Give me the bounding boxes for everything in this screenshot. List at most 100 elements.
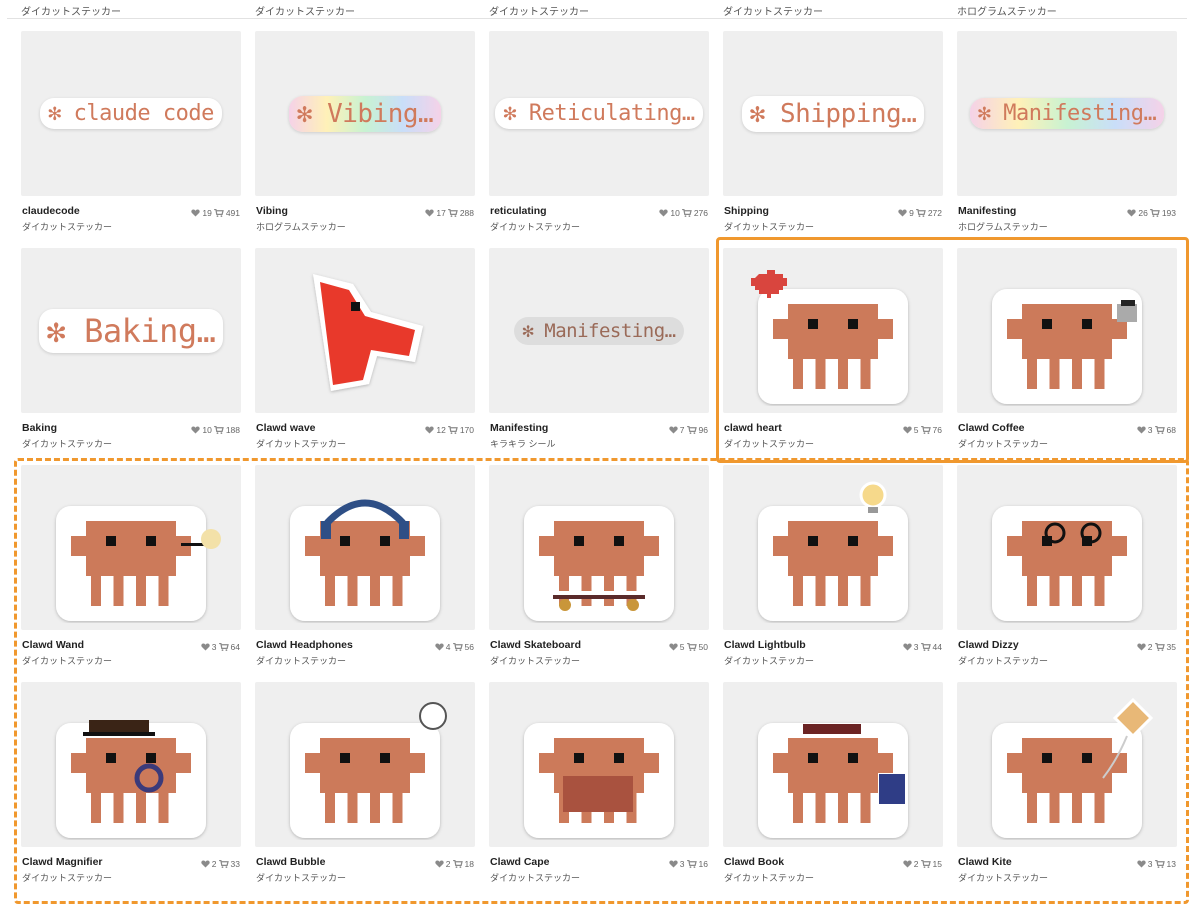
product-thumbnail[interactable] [723,248,943,413]
product-card[interactable]: Clawd Magnifier ダイカットステッカー 2 33 [21,682,241,890]
product-card[interactable]: Clawd Wand ダイカットステッカー 3 64 [21,465,241,673]
product-name[interactable]: Clawd Kite [958,856,1012,868]
product-thumbnail[interactable] [723,465,943,630]
product-card[interactable]: ✻ Reticulating… reticulating ダイカットステッカー … [489,31,709,239]
heart-icon[interactable] [191,426,201,434]
product-card[interactable]: Clawd Dizzy ダイカットステッカー 2 35 [957,465,1177,673]
product-thumbnail[interactable] [21,682,241,847]
cart-icon[interactable] [686,426,697,434]
product-card[interactable]: ✻ claude code claudecode ダイカットステッカー 19 4… [21,31,241,239]
product-thumbnail[interactable] [255,682,475,847]
heart-icon[interactable] [898,209,907,217]
product-thumbnail[interactable] [957,682,1177,847]
heart-icon[interactable] [435,643,444,651]
product-card[interactable]: ✻ Manifesting… Manifesting キラキラ シール 7 96 [489,248,709,456]
product-thumbnail[interactable]: ✻ Reticulating… [489,31,709,196]
heart-icon[interactable] [1137,643,1146,651]
product-thumbnail[interactable]: ✻ Manifesting… [489,248,709,413]
cart-icon[interactable] [915,209,926,217]
product-name[interactable]: Baking [22,422,57,434]
cart-icon[interactable] [452,643,463,651]
cart-icon[interactable] [1154,426,1165,434]
cart-icon[interactable] [218,643,229,651]
product-thumbnail[interactable] [723,682,943,847]
product-thumbnail[interactable]: ✻ claude code [21,31,241,196]
product-thumbnail[interactable] [957,465,1177,630]
heart-icon[interactable] [903,860,912,868]
product-thumbnail[interactable] [957,248,1177,413]
heart-icon[interactable] [669,643,678,651]
product-thumbnail[interactable]: ✻ Shipping… [723,31,943,196]
product-card[interactable]: ✻ Shipping… Shipping ダイカットステッカー 9 272 [723,31,943,239]
cart-icon[interactable] [686,860,697,868]
product-card[interactable]: Clawd Headphones ダイカットステッカー 4 56 [255,465,475,673]
product-name[interactable]: Vibing [256,205,288,217]
product-card[interactable]: Clawd Skateboard ダイカットステッカー 5 50 [489,465,709,673]
cart-icon[interactable] [447,426,458,434]
product-name[interactable]: Clawd Coffee [958,422,1025,434]
product-name[interactable]: Clawd wave [256,422,316,434]
cart-icon[interactable] [681,209,692,217]
cart-icon[interactable] [1149,209,1160,217]
heart-icon[interactable] [201,643,210,651]
product-card[interactable]: ✻ Baking… Baking ダイカットステッカー 10 188 [21,248,241,456]
product-name[interactable]: Shipping [724,205,769,217]
product-name[interactable]: Clawd Dizzy [958,639,1019,651]
product-card[interactable]: clawd heart ダイカットステッカー 5 76 [723,248,943,456]
heart-icon[interactable] [425,426,435,434]
product-name[interactable]: Manifesting [490,422,548,434]
cart-icon[interactable] [218,860,229,868]
product-thumbnail[interactable]: ✻ Baking… [21,248,241,413]
heart-icon[interactable] [1137,426,1146,434]
cart-icon[interactable] [452,860,463,868]
product-card[interactable]: Clawd Book ダイカットステッカー 2 15 [723,682,943,890]
heart-icon[interactable] [903,426,912,434]
product-thumbnail[interactable]: ✻ Manifesting… [957,31,1177,196]
product-card[interactable]: ✻ Manifesting… Manifesting ホログラムステッカー 26… [957,31,1177,239]
product-name[interactable]: Clawd Magnifier [22,856,103,868]
product-thumbnail[interactable] [489,682,709,847]
heart-icon[interactable] [903,643,912,651]
cart-icon[interactable] [920,426,931,434]
cart-icon[interactable] [447,209,458,217]
product-name[interactable]: Manifesting [958,205,1016,217]
heart-icon[interactable] [1137,860,1146,868]
product-name[interactable]: Clawd Headphones [256,639,353,651]
heart-icon[interactable] [669,860,678,868]
product-thumbnail[interactable] [21,465,241,630]
product-card[interactable]: Clawd Coffee ダイカットステッカー 3 68 [957,248,1177,456]
product-name[interactable]: Clawd Wand [22,639,84,651]
product-name[interactable]: reticulating [490,205,547,217]
cart-icon[interactable] [1154,860,1165,868]
product-name[interactable]: Clawd Skateboard [490,639,581,651]
heart-icon[interactable] [201,860,210,868]
product-name[interactable]: clawd heart [724,422,782,434]
product-card[interactable]: Clawd Cape ダイカットステッカー 3 16 [489,682,709,890]
cart-icon[interactable] [213,426,224,434]
product-name[interactable]: Clawd Cape [490,856,550,868]
heart-icon[interactable] [425,209,435,217]
cart-icon[interactable] [1154,643,1165,651]
cart-icon[interactable] [920,860,931,868]
product-thumbnail[interactable]: ✻ Vibing… [255,31,475,196]
product-card[interactable]: ✻ Vibing… Vibing ホログラムステッカー 17 288 [255,31,475,239]
product-card[interactable]: Clawd Lightbulb ダイカットステッカー 3 44 [723,465,943,673]
cart-icon[interactable] [686,643,697,651]
cart-icon[interactable] [213,209,224,217]
cart-icon[interactable] [920,643,931,651]
heart-icon[interactable] [659,209,669,217]
heart-icon[interactable] [435,860,444,868]
heart-icon[interactable] [669,426,678,434]
product-card[interactable]: Clawd Bubble ダイカットステッカー 2 18 [255,682,475,890]
heart-icon[interactable] [191,209,201,217]
product-name[interactable]: claudecode [22,205,80,217]
product-thumbnail[interactable] [255,248,475,413]
product-thumbnail[interactable] [255,465,475,630]
product-card[interactable]: Clawd Kite ダイカットステッカー 3 13 [957,682,1177,890]
heart-icon[interactable] [1127,209,1137,217]
product-card[interactable]: Clawd wave ダイカットステッカー 12 170 [255,248,475,456]
product-name[interactable]: Clawd Lightbulb [724,639,806,651]
product-name[interactable]: Clawd Bubble [256,856,325,868]
product-name[interactable]: Clawd Book [724,856,784,868]
product-thumbnail[interactable] [489,465,709,630]
